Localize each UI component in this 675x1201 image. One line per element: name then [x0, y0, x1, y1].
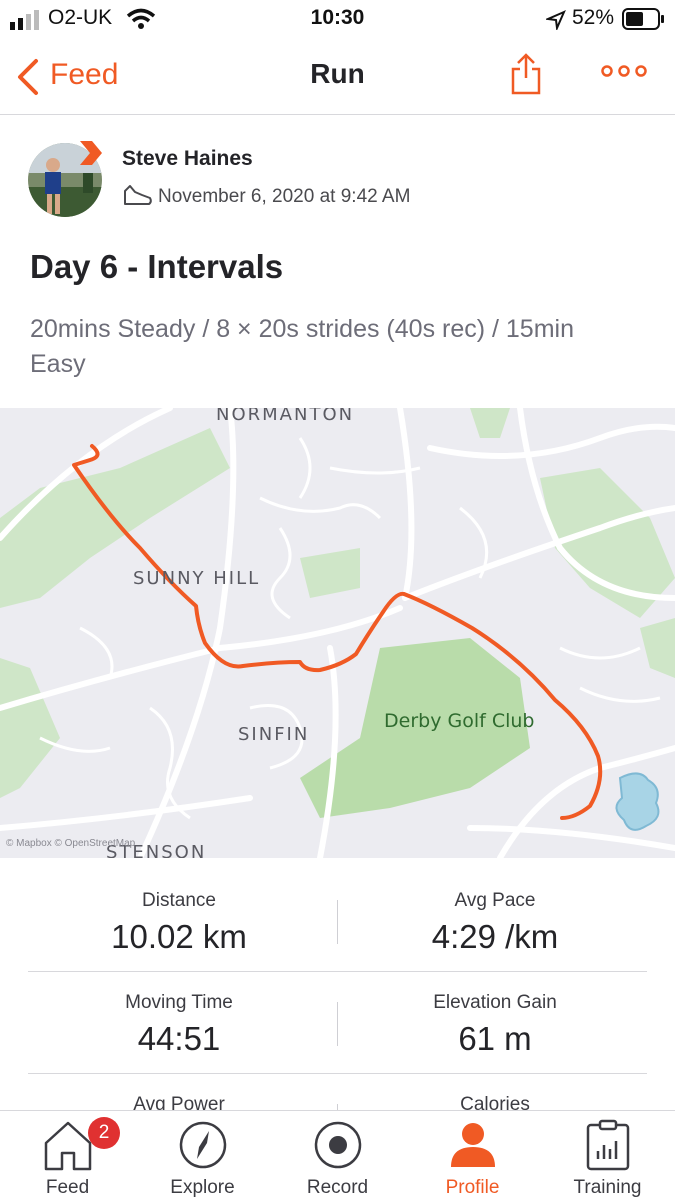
map-label-sinfin: SINFIN: [238, 724, 310, 745]
notification-badge: 2: [88, 1117, 120, 1149]
battery-percentage: 52%: [572, 6, 615, 29]
map-label-sunny-hill: SUNNY HILL: [133, 568, 261, 589]
subscriber-badge-icon: [80, 141, 102, 165]
training-icon: [586, 1119, 630, 1171]
tab-label-feed: Feed: [45, 1177, 90, 1198]
battery-icon: [622, 8, 664, 30]
stat-value-elevation-gain: 61 m: [458, 1020, 532, 1057]
map-label-normanton: NORMANTON: [216, 408, 355, 425]
more-options-icon[interactable]: [600, 64, 648, 78]
tab-label-profile: Profile: [445, 1177, 500, 1198]
tab-record[interactable]: Record: [270, 1111, 405, 1201]
profile-icon: [451, 1123, 495, 1167]
stat-divider: [337, 900, 338, 944]
tab-label-record: Record: [306, 1177, 369, 1198]
share-icon[interactable]: [510, 52, 542, 96]
route-map[interactable]: NORMANTON SUNNY HILL SINFIN STENSON Derb…: [0, 408, 675, 858]
stats-panel: Distance 10.02 km Avg Pace 4:29 /km Movi…: [0, 858, 675, 1148]
location-arrow-icon: [546, 10, 566, 30]
tab-label-explore: Explore: [170, 1177, 235, 1198]
tab-training[interactable]: Training: [540, 1111, 675, 1201]
tab-feed[interactable]: 2 Feed: [0, 1111, 135, 1201]
stat-value-avg-pace: 4:29 /km: [431, 918, 559, 955]
map-attribution: © Mapbox © OpenStreetMap: [6, 838, 136, 849]
running-shoe-icon: [124, 185, 152, 205]
stat-label-avg-pace: Avg Pace: [454, 890, 536, 911]
record-icon: [314, 1121, 362, 1169]
tab-explore[interactable]: Explore: [135, 1111, 270, 1201]
stat-label-moving-time: Moving Time: [125, 992, 233, 1013]
activity-description: 20mins Steady / 8 × 20s strides (40s rec…: [30, 315, 574, 378]
stat-divider: [337, 1002, 338, 1046]
tab-bar: 2 Feed Explore Record Profile Training: [0, 1110, 675, 1201]
stat-value-distance: 10.02 km: [111, 918, 247, 955]
page-title: Run: [310, 58, 365, 89]
activity-title: Day 6 - Intervals: [30, 248, 284, 285]
compass-icon: [179, 1121, 227, 1169]
stat-row-divider: [28, 971, 647, 972]
stat-label-distance: Distance: [142, 890, 216, 911]
athlete-name[interactable]: Steve Haines: [122, 147, 253, 171]
tab-label-training: Training: [573, 1177, 642, 1198]
map-label-golf-club: Derby Golf Club: [384, 710, 535, 732]
stat-row-divider: [28, 1073, 647, 1074]
nav-bar: Feed Run: [0, 42, 675, 115]
activity-date: November 6, 2020 at 9:42 AM: [158, 186, 411, 207]
home-icon: [44, 1121, 92, 1171]
map-background: [0, 408, 675, 858]
tab-profile[interactable]: Profile: [405, 1111, 540, 1201]
stat-value-moving-time: 44:51: [137, 1020, 221, 1057]
status-bar: O2-UK 10:30 52%: [0, 0, 675, 40]
stat-label-elevation-gain: Elevation Gain: [433, 992, 557, 1013]
